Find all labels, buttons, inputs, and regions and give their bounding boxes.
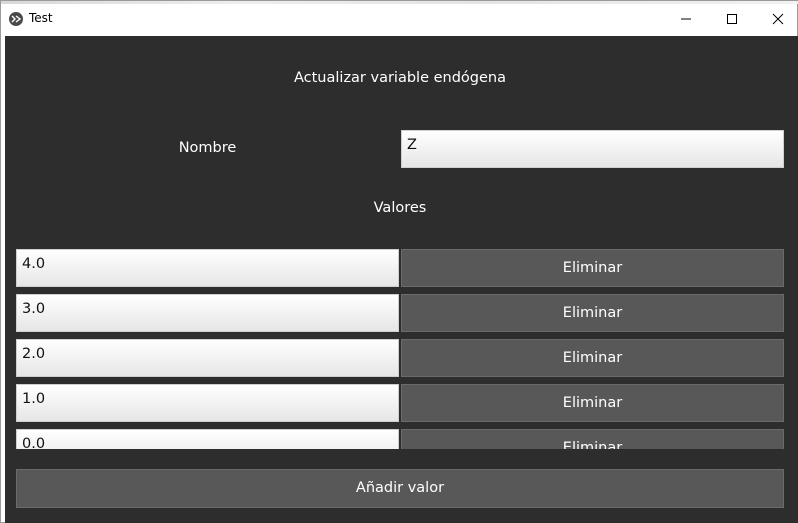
title-bar[interactable]: Test [1,4,797,34]
window-title: Test [29,11,53,25]
maximize-icon [727,14,737,24]
delete-button[interactable]: Eliminar [401,249,784,287]
delete-button[interactable]: Eliminar [401,384,784,422]
value-row: 4.0 Eliminar [16,249,784,287]
name-label: Nombre [178,140,237,156]
value-input[interactable]: 2.0 [16,339,399,377]
value-input[interactable]: 0.0 [16,429,399,449]
value-row: 1.0 Eliminar [16,384,784,422]
form-title: Actualizar variable endógena [293,70,506,86]
value-row: 3.0 Eliminar [16,294,784,332]
value-input[interactable]: 3.0 [16,294,399,332]
delete-button[interactable]: Eliminar [401,339,784,377]
maximize-button[interactable] [709,4,755,34]
value-row: 0.0 Eliminar [16,429,784,449]
value-input[interactable]: 1.0 [16,384,399,422]
minimize-icon [681,18,691,20]
form-panel: Actualizar variable endógena Nombre Z Va… [5,36,798,523]
kivy-app-icon [9,12,23,26]
close-icon [772,13,784,25]
values-list[interactable]: 4.0 Eliminar 3.0 Eliminar 2.0 Eliminar 1… [16,249,784,449]
close-button[interactable] [755,4,798,34]
value-row: 2.0 Eliminar [16,339,784,377]
delete-button[interactable]: Eliminar [401,429,784,449]
delete-button[interactable]: Eliminar [401,294,784,332]
app-window: Test Actualizar variable endógena Nombre… [0,0,798,523]
value-input[interactable]: 4.0 [16,249,399,287]
name-input[interactable]: Z [401,130,784,168]
minimize-button[interactable] [663,4,709,34]
add-value-button[interactable]: Añadir valor [16,469,784,508]
values-label: Valores [373,200,427,216]
